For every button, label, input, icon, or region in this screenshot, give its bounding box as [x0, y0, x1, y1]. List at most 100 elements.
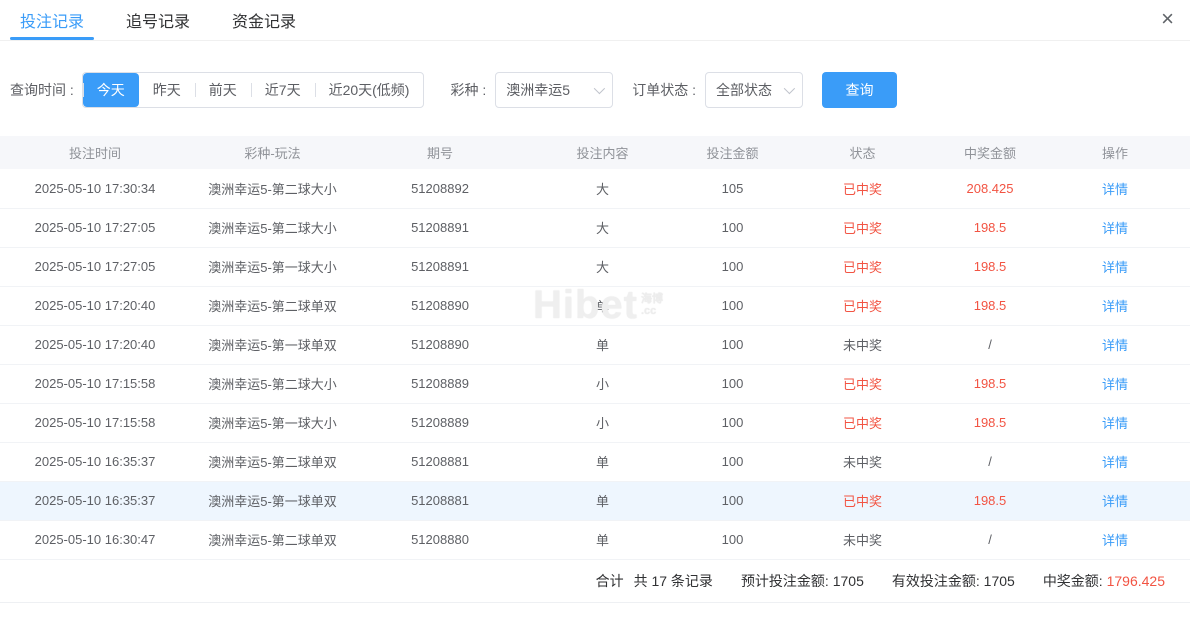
time-filter-option[interactable]: 昨天 [139, 73, 195, 107]
chevron-down-icon [594, 83, 605, 94]
tab[interactable]: 投注记录 [20, 0, 84, 40]
table-row: 2025-05-10 17:20:40 澳洲幸运5-第一球单双 51208890… [0, 325, 1190, 364]
cell-bet-amount: 100 [680, 481, 785, 520]
summary-expected-value: 1705 [833, 573, 864, 589]
cell-status: 已中奖 [785, 169, 940, 208]
detail-link[interactable]: 详情 [1102, 260, 1128, 275]
summary-valid-label: 有效投注金额: [892, 573, 980, 589]
column-header: 中奖金额 [940, 136, 1040, 169]
summary-expected: 预计投注金额: 1705 [741, 571, 864, 591]
summary-valid-value: 1705 [984, 573, 1015, 589]
cell-bet-time: 2025-05-10 17:20:40 [0, 286, 190, 325]
cell-bet-content: 小 [525, 403, 680, 442]
detail-link[interactable]: 详情 [1102, 416, 1128, 431]
order-status-select-value: 全部状态 [716, 80, 772, 100]
cell-prize-amount: 198.5 [940, 208, 1040, 247]
table-row: 2025-05-10 16:35:37 澳洲幸运5-第一球单双 51208881… [0, 481, 1190, 520]
detail-link[interactable]: 详情 [1102, 182, 1128, 197]
cell-action: 详情 [1040, 442, 1190, 481]
cell-status: 未中奖 [785, 442, 940, 481]
summary-count: 共 17 条记录 [634, 573, 713, 589]
cell-action: 详情 [1040, 169, 1190, 208]
summary-footer: 合计共 17 条记录 预计投注金额: 1705 有效投注金额: 1705 中奖金… [0, 560, 1190, 603]
detail-link[interactable]: 详情 [1102, 494, 1128, 509]
table-body: 2025-05-10 17:30:34 澳洲幸运5-第二球大小 51208892… [0, 169, 1190, 559]
detail-link[interactable]: 详情 [1102, 221, 1128, 236]
table-row: 2025-05-10 17:27:05 澳洲幸运5-第二球大小 51208891… [0, 208, 1190, 247]
cell-status: 已中奖 [785, 286, 940, 325]
cell-bet-time: 2025-05-10 17:30:34 [0, 169, 190, 208]
column-header: 彩种-玩法 [190, 136, 355, 169]
cell-bet-content: 小 [525, 364, 680, 403]
detail-link[interactable]: 详情 [1102, 299, 1128, 314]
cell-prize-amount: / [940, 442, 1040, 481]
cell-bet-amount: 100 [680, 364, 785, 403]
cell-status: 已中奖 [785, 247, 940, 286]
cell-game-play: 澳洲幸运5-第二球大小 [190, 364, 355, 403]
time-filter-option-label: 今天 [97, 80, 125, 100]
summary-total-label: 合计 [596, 573, 624, 589]
cell-issue-number: 51208890 [355, 286, 525, 325]
cell-bet-content: 单 [525, 286, 680, 325]
summary-expected-label: 预计投注金额: [741, 573, 829, 589]
cell-bet-amount: 100 [680, 403, 785, 442]
cell-bet-time: 2025-05-10 17:15:58 [0, 403, 190, 442]
cell-bet-amount: 100 [680, 208, 785, 247]
table-row: 2025-05-10 17:30:34 澳洲幸运5-第二球大小 51208892… [0, 169, 1190, 208]
table-row: 2025-05-10 17:15:58 澳洲幸运5-第一球大小 51208889… [0, 403, 1190, 442]
cell-bet-amount: 100 [680, 520, 785, 559]
time-filter-label: 查询时间 : [10, 80, 74, 100]
tab[interactable]: 追号记录 [126, 0, 190, 40]
cell-game-play: 澳洲幸运5-第一球单双 [190, 481, 355, 520]
tabs: 投注记录 追号记录 资金记录 [20, 0, 296, 40]
detail-link[interactable]: 详情 [1102, 533, 1128, 548]
cell-bet-time: 2025-05-10 17:15:58 [0, 364, 190, 403]
cell-bet-amount: 100 [680, 442, 785, 481]
cell-action: 详情 [1040, 208, 1190, 247]
lottery-select[interactable]: 澳洲幸运5 [495, 72, 613, 108]
table-row: 2025-05-10 17:20:40 澳洲幸运5-第二球单双 51208890… [0, 286, 1190, 325]
detail-link[interactable]: 详情 [1102, 377, 1128, 392]
cell-bet-content: 大 [525, 208, 680, 247]
cell-bet-time: 2025-05-10 16:30:47 [0, 520, 190, 559]
column-header: 投注金额 [680, 136, 785, 169]
order-status-select[interactable]: 全部状态 [705, 72, 803, 108]
column-header: 投注内容 [525, 136, 680, 169]
cell-status: 已中奖 [785, 364, 940, 403]
time-filter-option[interactable]: 近20天(低频) [315, 73, 424, 107]
cell-status: 已中奖 [785, 208, 940, 247]
table-row: 2025-05-10 16:30:47 澳洲幸运5-第二球单双 51208880… [0, 520, 1190, 559]
tab-label: 追号记录 [126, 8, 190, 32]
table-row: 2025-05-10 16:35:37 澳洲幸运5-第二球单双 51208881… [0, 442, 1190, 481]
tab[interactable]: 资金记录 [232, 0, 296, 40]
time-filter-option[interactable]: 今天 [83, 73, 139, 107]
cell-prize-amount: 198.5 [940, 481, 1040, 520]
column-header: 期号 [355, 136, 525, 169]
cell-bet-content: 单 [525, 481, 680, 520]
search-button[interactable]: 查询 [822, 72, 897, 108]
filter-bar: 查询时间 : 今天 昨天 前天 近7天 近20天 [10, 72, 1190, 108]
detail-link[interactable]: 详情 [1102, 338, 1128, 353]
time-filter-option-label: 前天 [209, 80, 237, 100]
lottery-select-value: 澳洲幸运5 [506, 80, 570, 100]
cell-action: 详情 [1040, 481, 1190, 520]
cell-game-play: 澳洲幸运5-第二球单双 [190, 286, 355, 325]
cell-prize-amount: 208.425 [940, 169, 1040, 208]
cell-game-play: 澳洲幸运5-第一球大小 [190, 247, 355, 286]
cell-action: 详情 [1040, 286, 1190, 325]
cell-issue-number: 51208889 [355, 364, 525, 403]
order-status-filter-label: 订单状态 : [632, 80, 696, 100]
betting-records-panel: 投注记录 追号记录 资金记录 × 查询时间 : 今天 [0, 0, 1190, 624]
cell-issue-number: 51208881 [355, 442, 525, 481]
cell-bet-content: 单 [525, 520, 680, 559]
time-filter-option[interactable]: 近7天 [251, 73, 315, 107]
close-icon[interactable]: × [1161, 8, 1174, 30]
cell-issue-number: 51208880 [355, 520, 525, 559]
records-table-wrap: 投注时间 彩种-玩法 期号 投注内容 投注金额 状态 中奖金额 操作 [0, 136, 1190, 560]
cell-action: 详情 [1040, 403, 1190, 442]
cell-prize-amount: 198.5 [940, 247, 1040, 286]
time-filter-option[interactable]: 前天 [195, 73, 251, 107]
detail-link[interactable]: 详情 [1102, 455, 1128, 470]
cell-issue-number: 51208881 [355, 481, 525, 520]
tab-label: 资金记录 [232, 8, 296, 32]
